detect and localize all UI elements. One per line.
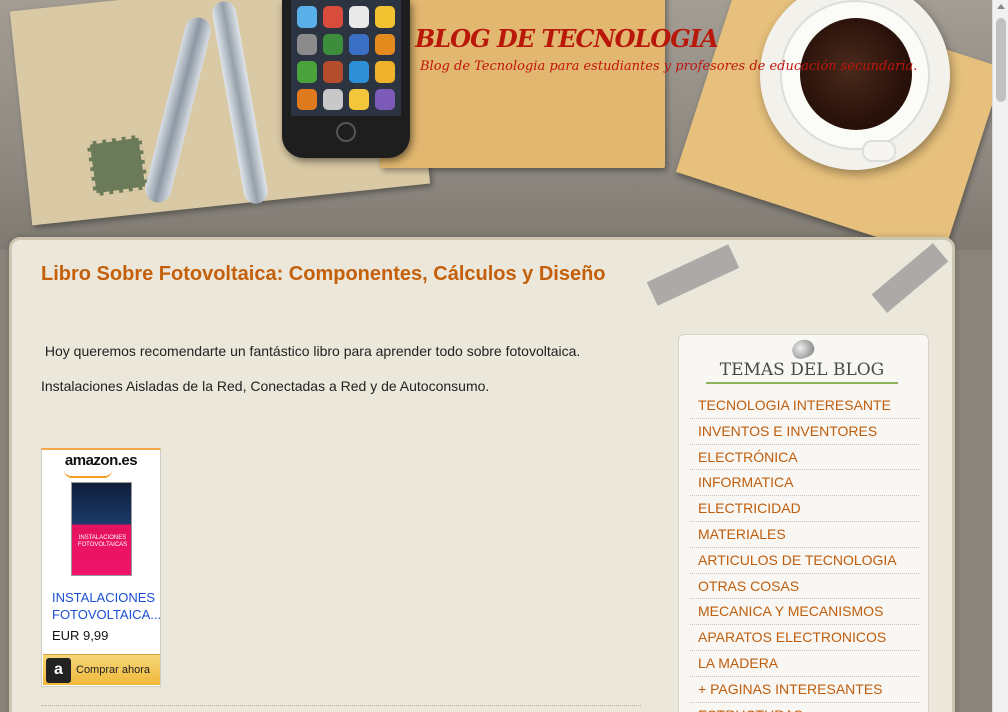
- topic-link[interactable]: ELECTRÓNICA: [690, 445, 919, 471]
- post-paragraph-1: Hoy queremos recomendarte un fantástico …: [41, 343, 581, 359]
- amazon-logo[interactable]: amazon.es: [42, 452, 160, 469]
- amazon-product-widget: amazon.es INSTALACIONES FOTOVOLTAICAS IN…: [41, 448, 161, 687]
- topic-link[interactable]: TECNOLOGIA INTERESANTE: [690, 393, 919, 419]
- topic-link[interactable]: OTRAS COSAS: [690, 574, 919, 600]
- coffee-decoration: [800, 18, 912, 130]
- amazon-smile-icon: [64, 470, 112, 478]
- topic-link[interactable]: MATERIALES: [690, 522, 919, 548]
- scroll-up-arrow-icon[interactable]: [997, 4, 1005, 9]
- post-paragraph-2: Instalaciones Aisladas de la Red, Conect…: [41, 378, 490, 394]
- product-price: EUR 9,99: [52, 628, 109, 643]
- buy-now-label: Comprar ahora: [76, 664, 150, 676]
- blog-description: Blog de Tecnologia para estudiantes y pr…: [420, 59, 918, 74]
- topic-link[interactable]: ESTRUCTURAS: [690, 703, 919, 712]
- topic-list: TECNOLOGIA INTERESANTE INVENTOS E INVENT…: [690, 393, 919, 712]
- topic-link[interactable]: MECANICA Y MECANISMOS: [690, 599, 919, 626]
- smartphone-image: [282, 0, 410, 158]
- topic-link[interactable]: INVENTOS E INVENTORES: [690, 419, 919, 445]
- book-cover-title: INSTALACIONES FOTOVOLTAICAS: [77, 535, 128, 548]
- cup-handle-decoration: [862, 140, 896, 162]
- stamp-decoration: [86, 134, 149, 197]
- post-divider: [41, 705, 641, 706]
- topic-link[interactable]: APARATOS ELECTRONICOS: [690, 625, 919, 651]
- topic-link[interactable]: + PAGINAS INTERESANTES: [690, 677, 919, 703]
- topic-link[interactable]: INFORMATICA: [690, 470, 919, 497]
- product-name-link[interactable]: INSTALACIONES FOTOVOLTAICA...: [52, 589, 162, 623]
- vertical-scrollbar[interactable]: [992, 0, 1008, 712]
- topic-link[interactable]: ARTICULOS DE TECNOLOGIA: [690, 548, 919, 574]
- amazon-a-icon: a: [46, 658, 71, 683]
- book-cover-image[interactable]: INSTALACIONES FOTOVOLTAICAS: [71, 482, 132, 576]
- post-title[interactable]: Libro Sobre Fotovoltaica: Componentes, C…: [41, 259, 621, 289]
- topic-link[interactable]: LA MADERA: [690, 651, 919, 677]
- topic-link[interactable]: ELECTRICIDAD: [690, 496, 919, 522]
- scrollbar-thumb[interactable]: [996, 18, 1006, 102]
- blog-title[interactable]: BLOG DE TECNOLOGIA: [415, 24, 719, 53]
- widget-title: TEMAS DEL BLOG: [706, 360, 898, 384]
- buy-now-button[interactable]: a Comprar ahora: [43, 654, 160, 685]
- home-button-icon: [336, 122, 356, 142]
